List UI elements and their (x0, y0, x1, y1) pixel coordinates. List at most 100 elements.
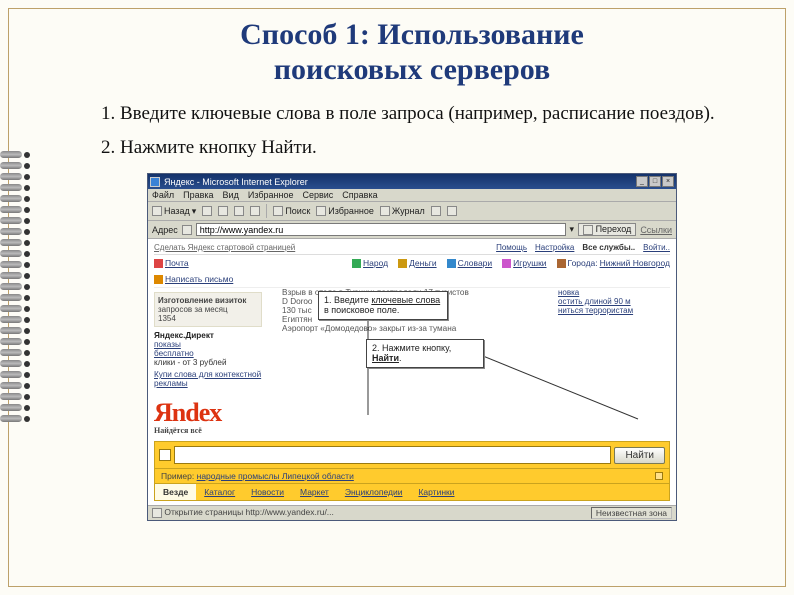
svc-dict[interactable]: Словари (447, 258, 493, 268)
c1-b: ключевые слова (371, 295, 440, 305)
zone-pane: Неизвестная зона (591, 507, 672, 519)
address-bar: Адрес ▾ Переход Ссылки (148, 221, 676, 239)
search-input[interactable] (174, 446, 611, 464)
svc-games[interactable]: Игрушки (502, 258, 546, 268)
callout-2: 2. Нажмите кнопку, Найти. (366, 339, 484, 368)
c2-c: . (399, 353, 402, 363)
print-button[interactable] (447, 206, 457, 216)
page-icon (182, 225, 192, 235)
dict-icon (447, 259, 456, 268)
svc-city[interactable]: Города: Нижний Новгород (557, 258, 670, 268)
tab-market[interactable]: Маркет (292, 484, 337, 500)
journal-label: Журнал (392, 206, 425, 216)
news-5[interactable]: Аэропорт «Домодедово» закрыт из-за туман… (282, 324, 552, 333)
yandex-logo: Яndex Найдётся всё (154, 398, 262, 435)
star-icon (316, 206, 326, 216)
search-tool-button[interactable]: Поиск (273, 206, 310, 216)
rlink-1[interactable]: новка (558, 288, 670, 297)
direct-clicks: клики - от 3 рублей (154, 358, 227, 367)
title-line2: поисковых серверов (274, 53, 551, 86)
fav-label: Избранное (328, 206, 374, 216)
back-button[interactable]: Назад ▾ (152, 206, 196, 217)
favorites-button[interactable]: Избранное (316, 206, 374, 216)
refresh-button[interactable] (234, 206, 244, 216)
login-link[interactable]: Войти.. (643, 243, 670, 252)
links-button[interactable]: Ссылки (640, 225, 672, 235)
c2-a: 2. Нажмите кнопку, (372, 343, 451, 353)
step-1: Введите ключевые слова в поле запроса (н… (120, 103, 724, 125)
tab-enc[interactable]: Энциклопедии (337, 484, 411, 500)
city-icon (557, 259, 566, 268)
games-icon (502, 259, 511, 268)
direct-shows[interactable]: показы (154, 340, 262, 349)
settings-link[interactable]: Настройка (535, 243, 574, 252)
rlink-2[interactable]: остить длиной 90 м (558, 297, 670, 306)
city-name: Нижний Новгород (600, 258, 670, 268)
svc-mail[interactable]: Почта (154, 258, 189, 268)
money-icon (398, 259, 407, 268)
yandex-page: Сделать Яндекс стартовой страницей Помощ… (148, 239, 676, 505)
spiral-binding (0, 150, 34, 423)
keyboard-icon[interactable] (159, 449, 171, 461)
forward-button[interactable] (202, 206, 212, 216)
menu-tools[interactable]: Сервис (302, 190, 333, 200)
offer-title: Изготовление визиток (158, 296, 246, 305)
menu-file[interactable]: Файл (152, 190, 174, 200)
tab-images[interactable]: Картинки (410, 484, 462, 500)
close-button[interactable]: × (662, 176, 674, 187)
narod-icon (352, 259, 361, 268)
find-button[interactable]: Найти (614, 447, 665, 464)
ie-icon (150, 177, 160, 187)
direct-buy[interactable]: Купи слова для контекстной рекламы (154, 370, 261, 388)
tab-all[interactable]: Везде (155, 484, 196, 500)
tab-news[interactable]: Новости (243, 484, 292, 500)
rlink-3[interactable]: ниться террористам (558, 306, 670, 315)
offer-num: 1354 (158, 314, 176, 323)
direct-free[interactable]: бесплатно (154, 349, 262, 358)
menubar: Файл Правка Вид Избранное Сервис Справка (148, 189, 676, 202)
offer-box: Изготовление визиток запросов за месяц 1… (154, 292, 262, 327)
mail-tool-button[interactable] (431, 206, 441, 216)
home-icon (250, 206, 260, 216)
mail-icon (431, 206, 441, 216)
callout-1: 1. Введите ключевые слова в поисковое по… (318, 291, 448, 320)
window-titlebar[interactable]: Яндекс - Microsoft Internet Explorer _ □… (148, 174, 676, 189)
status-left: Открытие страницы http://www.yandex.ru/.… (152, 507, 334, 519)
journal-button[interactable]: Журнал (380, 206, 425, 216)
go-button[interactable]: Переход (578, 223, 636, 236)
back-icon (152, 206, 162, 216)
title-line1: Способ 1: Использование (240, 18, 584, 51)
c1-a: 1. Введите (324, 295, 371, 305)
collapse-icon[interactable] (655, 472, 663, 480)
ie-window: Яндекс - Microsoft Internet Explorer _ □… (147, 173, 677, 521)
help-link[interactable]: Помощь (496, 243, 527, 252)
tab-catalog[interactable]: Каталог (196, 484, 243, 500)
svc-dict-label: Словари (458, 258, 493, 268)
step-2: Нажмите кнопку Найти. (120, 137, 724, 159)
history-icon (380, 206, 390, 216)
maximize-button[interactable]: □ (649, 176, 661, 187)
go-label: Переход (596, 224, 632, 234)
back-label: Назад (164, 206, 190, 216)
stop-button[interactable] (218, 206, 228, 216)
forward-icon (202, 206, 212, 216)
make-start-link[interactable]: Сделать Яндекс стартовой страницей (154, 243, 295, 252)
go-icon (583, 225, 593, 235)
stop-icon (218, 206, 228, 216)
menu-edit[interactable]: Правка (183, 190, 213, 200)
address-input[interactable] (196, 223, 566, 236)
compose-mail[interactable]: Написать письмо (154, 274, 233, 284)
compose-label: Написать письмо (165, 274, 233, 284)
svc-money[interactable]: Деньги (398, 258, 436, 268)
menu-help[interactable]: Справка (342, 190, 377, 200)
menu-fav[interactable]: Избранное (248, 190, 294, 200)
svc-narod[interactable]: Народ (352, 258, 388, 268)
example-text[interactable]: народные промыслы Липецкой области (197, 471, 354, 481)
minimize-button[interactable]: _ (636, 176, 648, 187)
svc-money-label: Деньги (409, 258, 436, 268)
home-button[interactable] (250, 206, 260, 216)
example-row: Пример: народные промыслы Липецкой облас… (161, 471, 354, 481)
search-block: Найти Пример: народные промыслы Липецкой… (154, 441, 670, 501)
menu-view[interactable]: Вид (223, 190, 239, 200)
all-services-link[interactable]: Все службы.. (582, 243, 635, 252)
